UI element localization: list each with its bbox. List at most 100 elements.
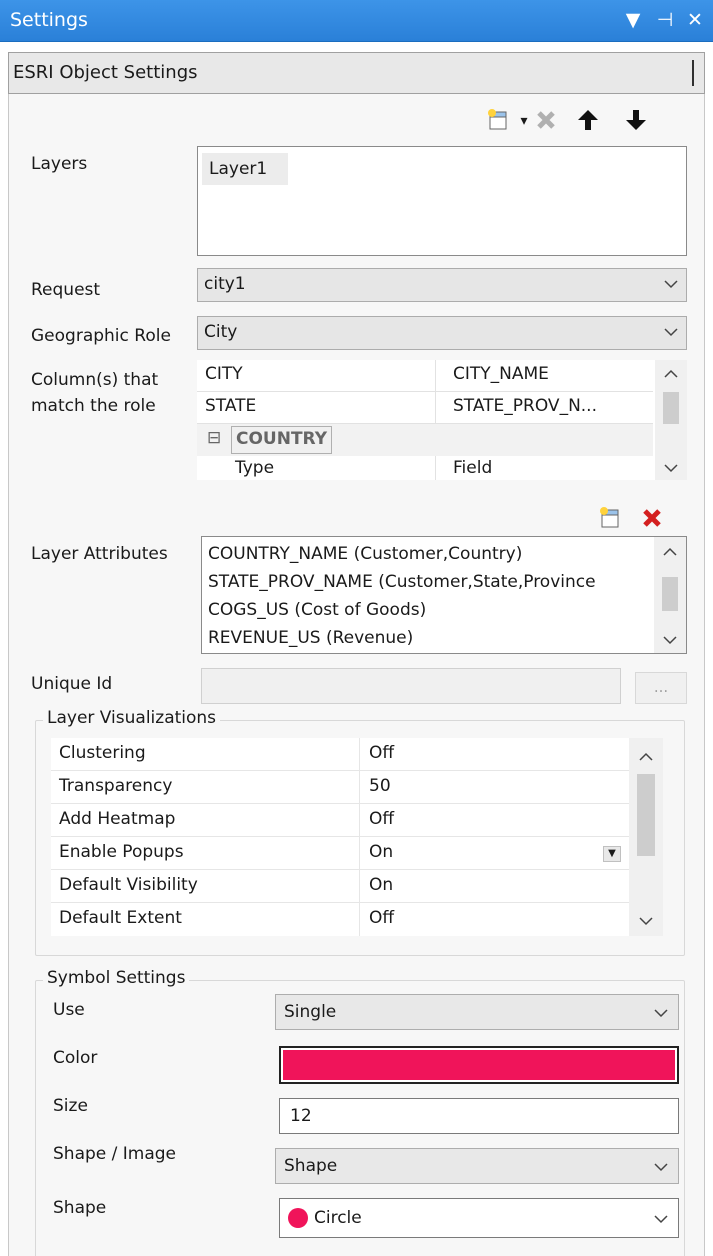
visualization-row[interactable]: Transparency 50	[51, 771, 629, 804]
new-attribute-icon[interactable]	[597, 506, 623, 537]
visualization-row[interactable]: Enable Popups On ▼	[51, 837, 629, 870]
visualization-name: Default Extent	[59, 908, 182, 928]
visualizations-scrollbar[interactable]	[629, 738, 663, 936]
symbol-settings-title: Symbol Settings	[43, 968, 190, 988]
scroll-thumb[interactable]	[663, 392, 679, 424]
visualization-value: 50	[369, 776, 391, 796]
pin-icon[interactable]: ⊣	[654, 8, 676, 32]
shape-value: Circle	[314, 1208, 362, 1228]
dropdown-arrow-icon[interactable]: ▼	[622, 8, 644, 32]
shape-image-value: Shape	[284, 1156, 338, 1176]
visualization-name: Clustering	[59, 743, 146, 763]
chevron-down-icon	[664, 280, 678, 289]
color-picker[interactable]	[279, 1046, 679, 1084]
new-layer-icon[interactable]	[485, 108, 511, 139]
columns-grid[interactable]: CITY CITY_NAME STATE STATE_PROV_N... ⊟ C…	[197, 360, 687, 480]
attribute-item[interactable]: STATE_PROV_NAME (Customer,State,Province	[208, 569, 650, 597]
visualization-row[interactable]: Default Visibility On	[51, 870, 629, 903]
shape-label: Shape	[53, 1198, 107, 1218]
sub-row-value: Field	[453, 458, 493, 478]
settings-panel: ▾ Layers Layer1 Request city1 Geographic…	[8, 94, 705, 1256]
object-settings-header: ESRI Object Settings	[8, 52, 705, 94]
layer-visualizations-title: Layer Visualizations	[43, 708, 221, 728]
chevron-down-icon	[664, 328, 678, 337]
layers-list[interactable]: Layer1	[197, 146, 687, 256]
panel-title: Settings	[10, 9, 88, 31]
visualization-value: Off	[369, 908, 395, 928]
columns-row[interactable]: STATE STATE_PROV_N...	[197, 392, 653, 424]
visualization-value: On	[369, 875, 394, 895]
collapse-toggle-icon[interactable]: ⊟	[207, 428, 221, 448]
delete-attribute-icon[interactable]	[639, 506, 665, 537]
visualization-row[interactable]: Add Heatmap Off	[51, 804, 629, 837]
shape-image-label: Shape / Image	[53, 1144, 177, 1164]
attribute-item[interactable]: COGS_US (Cost of Goods)	[208, 597, 650, 625]
chevron-down-icon[interactable]	[639, 916, 653, 926]
attributes-scrollbar[interactable]	[654, 537, 686, 653]
columns-row[interactable]: CITY CITY_NAME	[197, 360, 653, 392]
panel-titlebar: Settings ▼ ⊣ ✕	[0, 0, 713, 42]
unique-id-browse-button[interactable]: ...	[635, 672, 687, 704]
use-label: Use	[53, 1000, 85, 1020]
layer-item[interactable]: Layer1	[202, 153, 288, 185]
visualization-name: Transparency	[59, 776, 173, 796]
chevron-down-icon[interactable]	[664, 463, 678, 473]
chevron-up-icon[interactable]	[639, 752, 653, 762]
visualization-row[interactable]: Clustering Off	[51, 738, 629, 771]
layer-attributes-label: Layer Attributes	[31, 544, 168, 564]
visualization-row[interactable]: Default Extent Off	[51, 903, 629, 936]
visualizations-grid[interactable]: Clustering Off Transparency 50 Add Heatm…	[51, 738, 629, 936]
use-dropdown[interactable]: Single	[275, 994, 679, 1030]
visualization-value: On	[369, 842, 394, 862]
color-label: Color	[53, 1048, 98, 1068]
country-group-label: COUNTRY	[231, 426, 333, 454]
popups-dropdown-icon[interactable]: ▼	[603, 846, 621, 862]
move-down-icon[interactable]	[623, 108, 649, 139]
column-name: STATE	[205, 396, 257, 416]
visualization-name: Enable Popups	[59, 842, 184, 862]
column-value: STATE_PROV_N...	[453, 396, 597, 416]
layer-attributes-list[interactable]: COUNTRY_NAME (Customer,Country) STATE_PR…	[201, 536, 687, 654]
request-dropdown[interactable]: city1	[197, 268, 687, 302]
use-value: Single	[284, 1002, 337, 1022]
unique-id-input[interactable]	[201, 668, 621, 704]
chevron-down-icon[interactable]	[663, 635, 677, 645]
chevron-up-icon[interactable]	[663, 547, 677, 557]
scroll-thumb[interactable]	[662, 577, 678, 611]
layer-item-label: Layer1	[209, 159, 268, 179]
close-icon[interactable]: ✕	[684, 8, 706, 32]
chevron-down-icon	[654, 1215, 668, 1224]
layers-label: Layers	[31, 154, 88, 174]
visualization-name: Add Heatmap	[59, 809, 176, 829]
visualization-value: Off	[369, 743, 395, 763]
size-input[interactable]: 12	[279, 1098, 679, 1134]
move-up-icon[interactable]	[575, 108, 601, 139]
header-separator	[692, 60, 694, 86]
attribute-item[interactable]: COUNTRY_NAME (Customer,Country)	[208, 541, 650, 569]
color-swatch	[283, 1050, 675, 1080]
shape-dropdown[interactable]: Circle	[279, 1198, 679, 1238]
size-value: 12	[290, 1106, 312, 1126]
columns-scrollbar[interactable]	[655, 360, 687, 480]
geographic-role-label: Geographic Role	[31, 326, 171, 346]
chevron-down-icon	[654, 1009, 668, 1018]
attribute-item[interactable]: REVENUE_US (Revenue)	[208, 625, 650, 651]
columns-sub-row[interactable]: Type Field	[197, 456, 653, 480]
shape-image-dropdown[interactable]: Shape	[275, 1148, 679, 1184]
column-value: CITY_NAME	[453, 364, 549, 384]
unique-id-label: Unique Id	[31, 674, 113, 694]
request-value: city1	[204, 274, 246, 294]
object-settings-title: ESRI Object Settings	[13, 62, 198, 83]
sub-row-name: Type	[235, 458, 275, 478]
delete-icon	[533, 108, 559, 139]
chevron-up-icon[interactable]	[664, 369, 678, 379]
geographic-role-dropdown[interactable]: City	[197, 316, 687, 350]
chevron-down-icon	[654, 1163, 668, 1172]
columns-group-row[interactable]: ⊟ COUNTRY	[197, 424, 653, 456]
scroll-thumb[interactable]	[637, 774, 655, 856]
circle-icon	[288, 1208, 308, 1228]
request-label: Request	[31, 280, 101, 300]
column-name: CITY	[205, 364, 243, 384]
columns-label-line2: match the role	[31, 396, 156, 416]
visualization-value: Off	[369, 809, 395, 829]
